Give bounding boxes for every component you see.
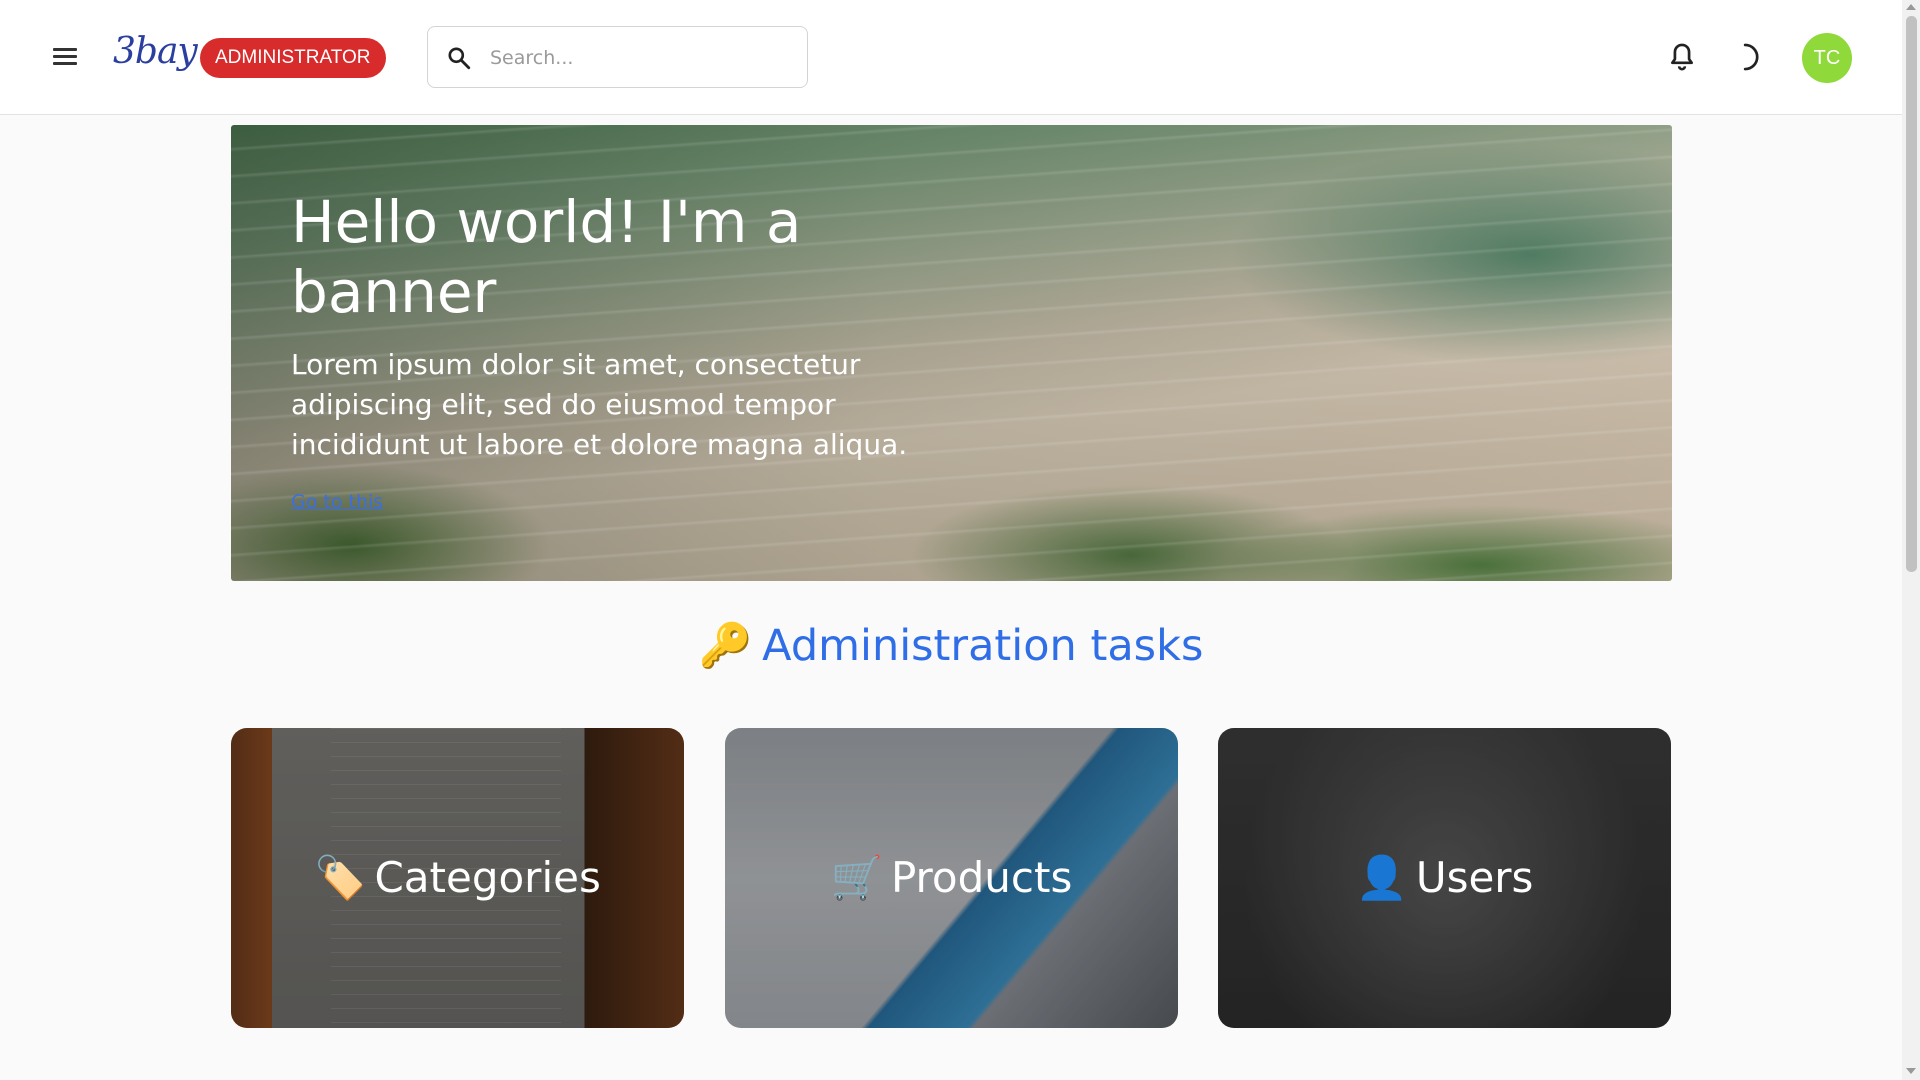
scroll-up-icon[interactable] [1906,4,1916,10]
banner-link[interactable]: Go to this [291,491,383,513]
task-card-label: 🏷️ Categories [314,853,601,902]
app-header: 3bay ADMINISTRATOR TC [0,0,1902,115]
admin-tasks-heading: 🔑 Administration tasks [0,618,1902,674]
menu-icon[interactable] [48,44,82,70]
search-icon [448,47,471,70]
user-avatar[interactable]: TC [1802,33,1852,83]
banner-text: Lorem ipsum dolor sit amet, consectetur … [291,348,908,461]
banner-title: Hello world! I'm a banner [291,188,802,326]
tag-icon: 🏷️ [314,853,367,902]
user-icon: 👤 [1355,853,1408,902]
key-icon: 🔑 [698,621,753,671]
scrollbar-thumb[interactable] [1906,16,1917,572]
page-scrollbar[interactable] [1902,0,1920,1080]
bell-icon [1671,43,1693,71]
scroll-down-icon[interactable] [1906,1068,1916,1074]
task-card-users[interactable]: 👤 Users [1218,728,1671,1028]
task-card-label: 👤 Users [1355,853,1534,902]
theme-toggle-button[interactable] [1731,40,1765,74]
role-badge: ADMINISTRATOR [200,38,386,78]
hero-banner: Hello world! I'm a banner Lorem ipsum do… [231,125,1672,581]
moon-icon [1743,43,1759,71]
task-card-label: 🛒 Products [830,853,1073,902]
admin-tasks-title: Administration tasks [762,621,1204,671]
search-input[interactable] [488,41,792,75]
task-card-categories[interactable]: 🏷️ Categories [231,728,684,1028]
shopping-cart-icon: 🛒 [830,853,883,902]
site-logo[interactable]: 3bay [113,30,198,74]
search-box[interactable] [427,26,808,88]
task-card-products[interactable]: 🛒 Products [725,728,1178,1028]
notification-button[interactable] [1665,40,1699,74]
